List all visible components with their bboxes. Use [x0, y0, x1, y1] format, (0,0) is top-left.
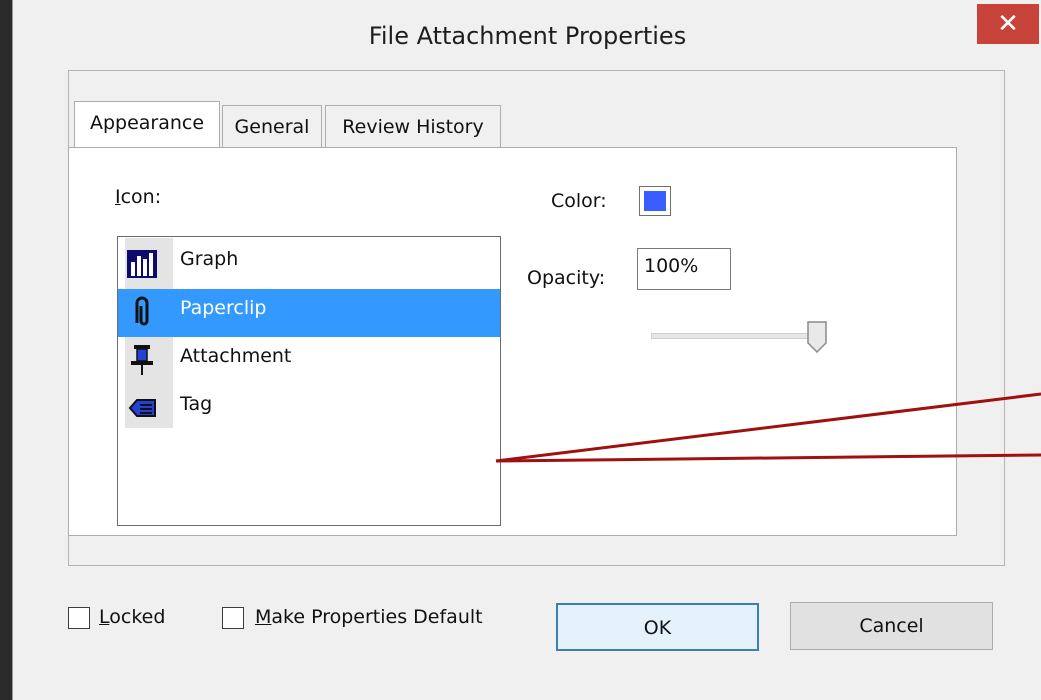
tab-general-label: General [234, 116, 310, 138]
list-item-label: Paperclip [180, 297, 267, 319]
opacity-slider-track[interactable] [651, 333, 821, 339]
tab-general[interactable]: General [222, 105, 322, 149]
pushpin-icon [131, 345, 153, 375]
close-icon: ✕ [997, 9, 1019, 39]
make-default-label: Make Properties Default [255, 606, 483, 628]
list-item-paperclip[interactable]: Paperclip [118, 289, 500, 337]
list-item-attachment[interactable]: Attachment [118, 337, 500, 385]
list-item-label: Attachment [180, 345, 292, 367]
dialog-title: File Attachment Properties [368, 22, 687, 50]
opacity-label: Opacity: [527, 267, 606, 289]
list-item-label: Graph [180, 248, 239, 270]
make-default-checkbox[interactable] [222, 607, 244, 629]
cancel-button-label: Cancel [859, 615, 924, 637]
color-picker-button[interactable] [639, 186, 671, 216]
icon-label: Icon: [115, 186, 162, 208]
background-window-edge [0, 0, 12, 700]
list-item-graph[interactable]: Graph [118, 240, 500, 288]
tab-appearance[interactable]: Appearance [74, 101, 220, 147]
opacity-input[interactable]: 100% [637, 248, 731, 290]
list-item-tag[interactable]: Tag [118, 385, 500, 433]
locked-checkbox[interactable] [68, 607, 90, 629]
paperclip-icon [135, 296, 149, 326]
tab-appearance-label: Appearance [89, 112, 205, 134]
cancel-button[interactable]: Cancel [790, 602, 993, 650]
close-button[interactable]: ✕ [977, 4, 1039, 44]
tab-review-history[interactable]: Review History [325, 105, 501, 149]
tag-icon [128, 399, 156, 417]
icon-listbox[interactable]: Graph Paperclip Attachment Tag [117, 236, 501, 526]
graph-icon [127, 250, 157, 278]
opacity-slider-thumb[interactable] [807, 321, 827, 353]
locked-label: Locked [99, 606, 166, 628]
tab-review-history-label: Review History [342, 116, 484, 138]
file-attachment-properties-dialog: File Attachment Properties ✕ Appearance … [12, 0, 1041, 700]
title-bar[interactable]: File Attachment Properties ✕ [13, 0, 1041, 72]
ok-button[interactable]: OK [556, 603, 759, 651]
ok-button-label: OK [643, 617, 672, 639]
color-label: Color: [551, 190, 607, 212]
color-swatch [644, 191, 666, 211]
list-item-label: Tag [180, 393, 213, 415]
